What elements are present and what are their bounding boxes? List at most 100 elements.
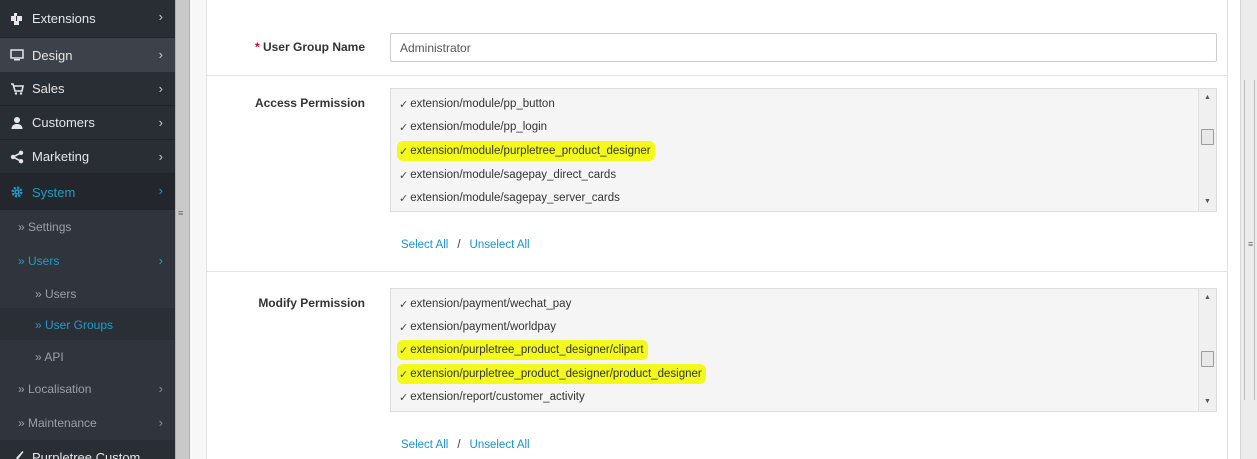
chevron-right-icon: ›: [158, 81, 163, 96]
list-item-text: extension/report/customer_activity: [410, 391, 585, 403]
unselect-all-link[interactable]: Unselect All: [470, 439, 530, 451]
sidebar-subitem-users-group[interactable]: » Users ›: [0, 244, 175, 278]
list-item[interactable]: ✓ extension/payment/worldpay: [399, 317, 556, 337]
list-item-text: extension/module/sagepay_server_cards: [410, 192, 620, 204]
check-icon: ✓: [399, 98, 409, 111]
cart-icon: [10, 82, 24, 96]
sidebar-item-label: » Users: [18, 254, 60, 268]
list-scrollbar[interactable]: ▲ ▼: [1198, 89, 1216, 211]
list-item[interactable]: ✓ extension/module/pp_button: [399, 94, 555, 114]
sidebar-item-label: » Localisation: [18, 382, 92, 396]
group-name-value: Administrator: [400, 40, 471, 55]
list-item[interactable]: ✓ extension/module/sagepay_server_cards: [399, 188, 620, 208]
modify-permission-list[interactable]: ✓ extension/payment/wechat_pay ✓ extensi…: [390, 288, 1217, 412]
sidebar-item-customers[interactable]: Customers ›: [0, 106, 175, 140]
list-item-text: extension/module/pp_button: [410, 98, 555, 110]
link-separator: /: [457, 439, 461, 451]
sidebar-item-label: Purpletree Custom: [32, 449, 141, 459]
access-permission-list[interactable]: ✓ extension/module/pp_button ✓ extension…: [390, 88, 1217, 212]
grip-icon: ≡: [1248, 239, 1254, 249]
modify-select-links: Select All / Unselect All: [401, 439, 530, 451]
scroll-thumb[interactable]: [1201, 351, 1214, 367]
scroll-down-icon[interactable]: ▼: [1199, 395, 1216, 409]
list-item-text: extension/payment/wechat_pay: [410, 298, 572, 310]
chevron-right-icon: ›: [158, 9, 163, 24]
brush-icon: [10, 450, 24, 459]
group-name-label: * User Group Name: [207, 40, 365, 54]
list-item-highlighted[interactable]: ✓ extension/module/purpletree_product_de…: [397, 141, 655, 161]
sidebar-subitem-maintenance[interactable]: » Maintenance ›: [0, 406, 175, 440]
sidebar-item-sales[interactable]: Sales ›: [0, 72, 175, 106]
sidebar-item-label: Customers: [32, 115, 95, 130]
sidebar-subitem-api[interactable]: » API: [0, 340, 175, 374]
app-root: Extensions › Design › Sales › Customers …: [0, 0, 1257, 459]
check-icon: ✓: [399, 192, 409, 205]
sidebar-item-purpletree-custom[interactable]: Purpletree Custom: [0, 440, 175, 459]
list-item-text: extension/module/purpletree_product_desi…: [410, 145, 651, 157]
scroll-up-icon[interactable]: ▲: [1199, 291, 1216, 305]
divider: [207, 75, 1227, 76]
list-item-text: extension/module/pp_login: [410, 121, 548, 133]
scroll-down-icon[interactable]: ▼: [1199, 195, 1216, 209]
sidebar-item-system[interactable]: System ›: [0, 174, 175, 210]
chevron-right-icon: ›: [158, 415, 163, 430]
user-icon: [10, 116, 24, 130]
page-scrollbar[interactable]: ≡: [1240, 0, 1257, 459]
chevron-right-icon: ›: [158, 115, 163, 130]
check-icon: ✓: [399, 391, 409, 404]
access-permission-label: Access Permission: [254, 96, 365, 110]
sidebar-subitem-users[interactable]: » Users: [0, 277, 175, 311]
chevron-right-icon: ›: [158, 183, 163, 198]
sidebar-item-label: » User Groups: [35, 318, 114, 332]
sidebar-nav: Extensions › Design › Sales › Customers …: [0, 0, 175, 459]
sidebar-item-label: » API: [35, 350, 64, 364]
list-item[interactable]: ✓ extension/report/customer_activity: [399, 387, 585, 407]
list-item[interactable]: ✓ extension/module/sagepay_direct_cards: [399, 165, 616, 185]
sidebar-item-label: System: [32, 184, 76, 200]
chevron-right-icon: ›: [158, 149, 163, 164]
check-icon: ✓: [399, 368, 409, 381]
select-all-link[interactable]: Select All: [401, 239, 448, 251]
sidebar-subitem-settings[interactable]: » Settings: [0, 210, 175, 244]
unselect-all-link[interactable]: Unselect All: [470, 239, 530, 251]
divider: [207, 271, 1227, 272]
sidebar-item-label: » Settings: [18, 220, 72, 234]
list-item[interactable]: ✓ extension/module/pp_login: [399, 117, 547, 137]
scroll-thumb[interactable]: [1201, 129, 1214, 145]
puzzle-icon: [10, 12, 24, 26]
sidebar-item-label: » Users: [35, 287, 77, 301]
sidebar-item-extensions[interactable]: Extensions ›: [0, 0, 175, 38]
check-icon: ✓: [399, 298, 409, 311]
sidebar-item-label: Extensions: [32, 11, 96, 26]
list-item-highlighted[interactable]: ✓ extension/purpletree_product_designer/…: [397, 340, 648, 360]
list-scrollbar[interactable]: ▲ ▼: [1198, 289, 1216, 411]
content-gutter: [190, 0, 207, 459]
group-name-input[interactable]: Administrator: [390, 33, 1217, 62]
check-icon: ✓: [399, 145, 409, 158]
monitor-icon: [10, 48, 24, 62]
check-icon: ✓: [399, 121, 409, 134]
sidebar-subitem-localisation[interactable]: » Localisation ›: [0, 372, 175, 406]
list-item-text: extension/payment/worldpay: [410, 321, 556, 333]
chevron-right-icon: ›: [158, 47, 163, 62]
required-marker: *: [254, 40, 260, 54]
sidebar-item-label: » Maintenance: [18, 416, 97, 430]
select-all-link[interactable]: Select All: [401, 439, 448, 451]
list-item[interactable]: ✓ extension/payment/wechat_pay: [399, 294, 571, 314]
chevron-right-icon: ›: [158, 381, 163, 396]
access-select-links: Select All / Unselect All: [401, 239, 530, 251]
list-item-highlighted[interactable]: ✓ extension/purpletree_product_designer/…: [397, 364, 706, 384]
grip-icon: ≡: [178, 208, 184, 218]
share-icon: [10, 150, 24, 164]
scroll-up-icon[interactable]: ▲: [1199, 91, 1216, 105]
check-icon: ✓: [399, 169, 409, 182]
sidebar-item-marketing[interactable]: Marketing ›: [0, 140, 175, 174]
group-name-label-text: User Group Name: [262, 40, 365, 54]
list-item-text: extension/purpletree_product_designer/pr…: [410, 368, 702, 380]
gear-icon: [10, 185, 24, 199]
sidebar-resize-handle[interactable]: ≡: [175, 0, 190, 459]
sidebar-item-design[interactable]: Design ›: [0, 38, 175, 72]
sidebar-item-label: Marketing: [32, 149, 90, 164]
sidebar-subitem-user-groups[interactable]: » User Groups: [0, 308, 175, 342]
chevron-right-icon: ›: [158, 253, 163, 268]
